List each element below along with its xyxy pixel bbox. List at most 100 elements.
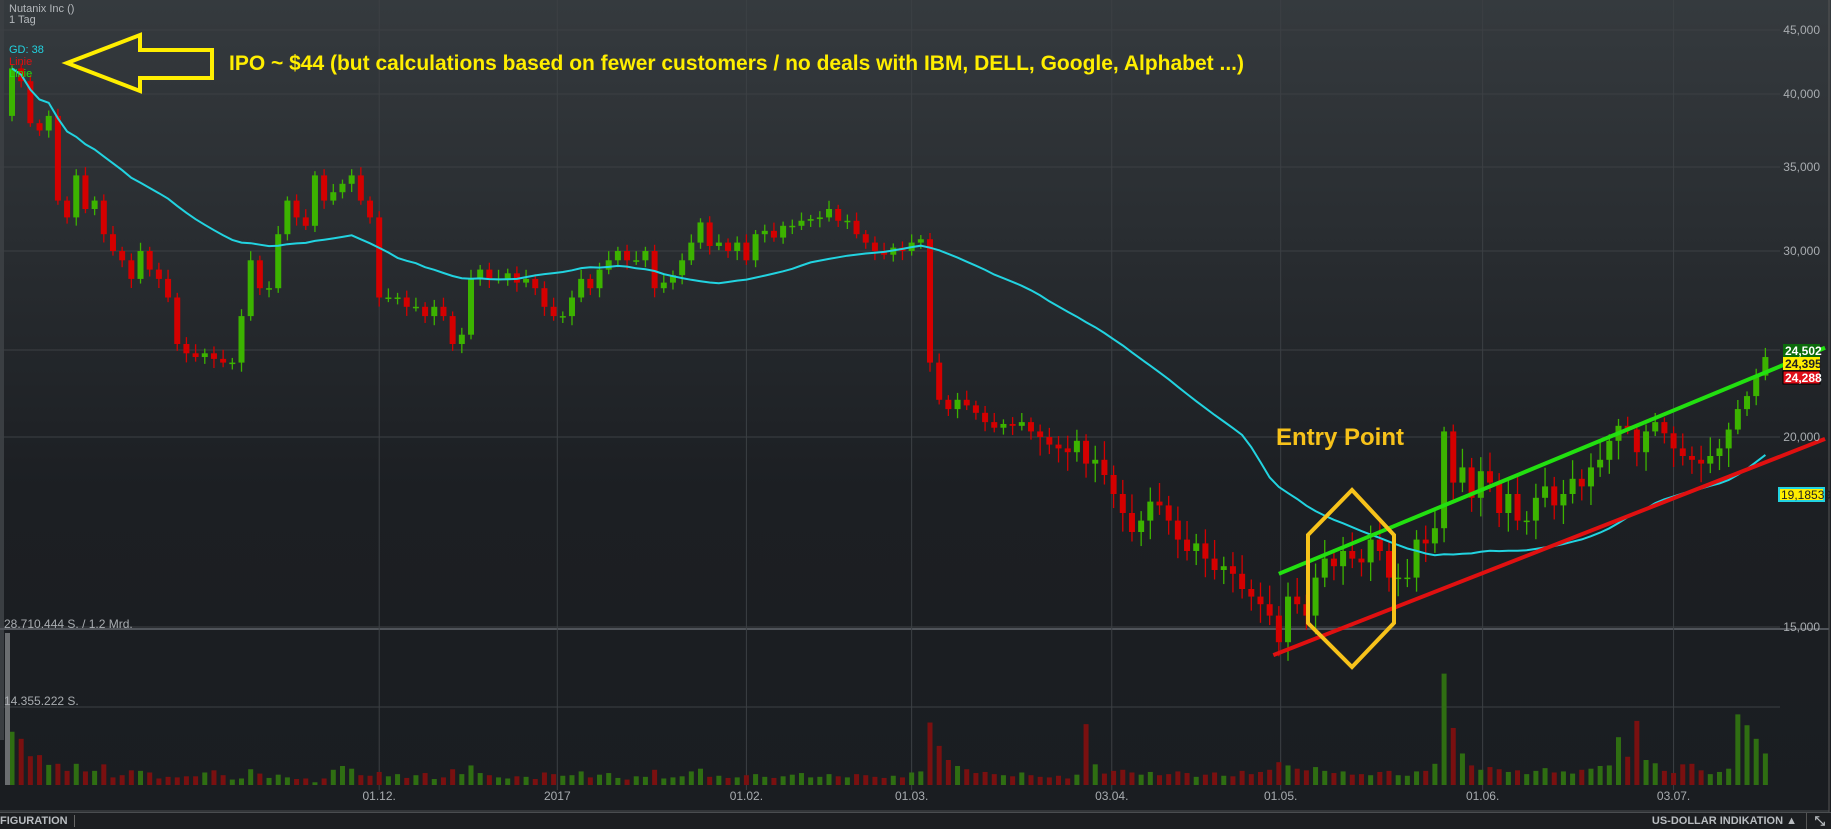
candle xyxy=(238,309,245,372)
volume-bar xyxy=(1037,776,1043,785)
expand-diagonal-icon[interactable]: ⤡ xyxy=(1805,813,1825,829)
candle-body xyxy=(1486,471,1493,483)
volume-bar xyxy=(1092,764,1098,785)
candle-body xyxy=(321,175,328,201)
volume-bar xyxy=(1313,767,1319,785)
x-tick-label: 01.06. xyxy=(1466,789,1499,803)
candle-body xyxy=(1220,566,1227,570)
volume-bar xyxy=(413,775,419,785)
candle-body xyxy=(165,278,172,298)
volume-bar xyxy=(18,738,24,785)
candle-body xyxy=(605,260,612,270)
stock-chart[interactable]: 45,000 40,000 35,000 30,000 20,000 15,000 01.… xyxy=(0,0,1831,829)
volume-bar xyxy=(46,764,52,785)
volume-bar xyxy=(661,778,667,785)
candle-body xyxy=(73,175,80,218)
candle-body xyxy=(458,334,465,344)
volume-bar xyxy=(450,769,456,785)
volume-bar xyxy=(881,777,887,785)
legend-ma[interactable]: GD: 38 xyxy=(9,44,44,56)
volume-bar xyxy=(753,774,759,785)
currency-selector[interactable]: US-DOLLAR INDIKATION ▲ xyxy=(1652,815,1797,827)
volume-bar xyxy=(991,774,997,785)
candle-body xyxy=(1248,589,1255,597)
volume-bar xyxy=(789,774,795,785)
candle-body xyxy=(550,306,557,317)
candle-body xyxy=(1532,497,1539,521)
candle-body xyxy=(614,251,621,261)
volume-bar xyxy=(64,770,70,785)
candle-body xyxy=(1643,431,1650,453)
candle-body xyxy=(440,306,447,317)
price-tag-green: 24,502 xyxy=(1783,344,1822,358)
volume-bar xyxy=(1267,769,1273,785)
legend-green-line[interactable]: Linie xyxy=(9,68,32,80)
candle-body xyxy=(422,306,429,317)
candle xyxy=(27,74,34,127)
volume-bar xyxy=(73,763,79,785)
volume-bar xyxy=(1358,774,1364,785)
volume-bar xyxy=(138,770,144,785)
volume-bar xyxy=(1010,776,1016,785)
candle-body xyxy=(210,353,217,359)
candle-body xyxy=(1027,422,1034,432)
candle-body xyxy=(247,260,254,317)
legend-red-line[interactable]: Linie xyxy=(9,56,32,68)
price-tag-red-text: 24,288 xyxy=(1785,371,1822,385)
candle-body xyxy=(523,278,530,283)
candle-body xyxy=(431,306,438,317)
candle xyxy=(1441,426,1448,543)
volume-bar xyxy=(1735,714,1741,785)
candle-body xyxy=(146,251,153,270)
candle-body xyxy=(559,316,566,318)
candle-body xyxy=(927,239,933,363)
candle-body xyxy=(1477,471,1484,498)
candle-body xyxy=(945,399,952,410)
candle xyxy=(73,169,80,226)
volume-bar xyxy=(174,777,180,785)
candle-body xyxy=(1257,596,1264,605)
volume-bar xyxy=(1193,776,1199,785)
candle-body xyxy=(1055,444,1062,449)
candle-body xyxy=(449,316,456,344)
x-tick-label: 03.07. xyxy=(1657,789,1690,803)
candle-body xyxy=(357,175,364,201)
volume-bar xyxy=(569,775,575,785)
volume-bar xyxy=(119,775,125,785)
volume-bar xyxy=(1404,775,1410,785)
candle-body xyxy=(1606,440,1613,460)
candle-body xyxy=(1367,539,1374,563)
candle-body xyxy=(1174,520,1181,540)
volume-bar xyxy=(541,772,547,785)
candle-body xyxy=(1101,459,1108,475)
candle-body xyxy=(1679,448,1686,456)
volume-bar xyxy=(1551,772,1557,785)
volume-bar xyxy=(1248,774,1254,785)
volume-bar xyxy=(266,777,272,785)
candle-body xyxy=(798,220,805,226)
volume-bar xyxy=(808,777,814,785)
candle-body xyxy=(1239,573,1246,589)
candle-body xyxy=(642,251,649,261)
volume-bar xyxy=(798,773,804,785)
candle-body xyxy=(1578,478,1585,487)
candle-body xyxy=(780,225,787,238)
y-tick-label: 35,000 xyxy=(1783,160,1820,174)
volume-bar xyxy=(1450,727,1456,785)
volume-scale-bar xyxy=(5,633,10,785)
candle-body xyxy=(1110,475,1117,494)
volume-bar xyxy=(1276,762,1282,785)
x-tick-label: 2017 xyxy=(544,789,571,803)
volume-bar xyxy=(1065,778,1071,785)
volume-bar xyxy=(670,777,676,785)
candle-body xyxy=(1092,459,1099,464)
candle-body xyxy=(330,192,337,201)
volume-bar xyxy=(1322,770,1328,785)
volume-bar xyxy=(578,771,584,785)
volume-bar xyxy=(330,769,336,785)
configuration-button[interactable]: FIGURATION xyxy=(0,815,75,827)
volume-bar xyxy=(9,731,15,785)
volume-bar xyxy=(532,779,538,785)
candle-body xyxy=(238,316,245,363)
volume-bar xyxy=(1221,775,1227,785)
